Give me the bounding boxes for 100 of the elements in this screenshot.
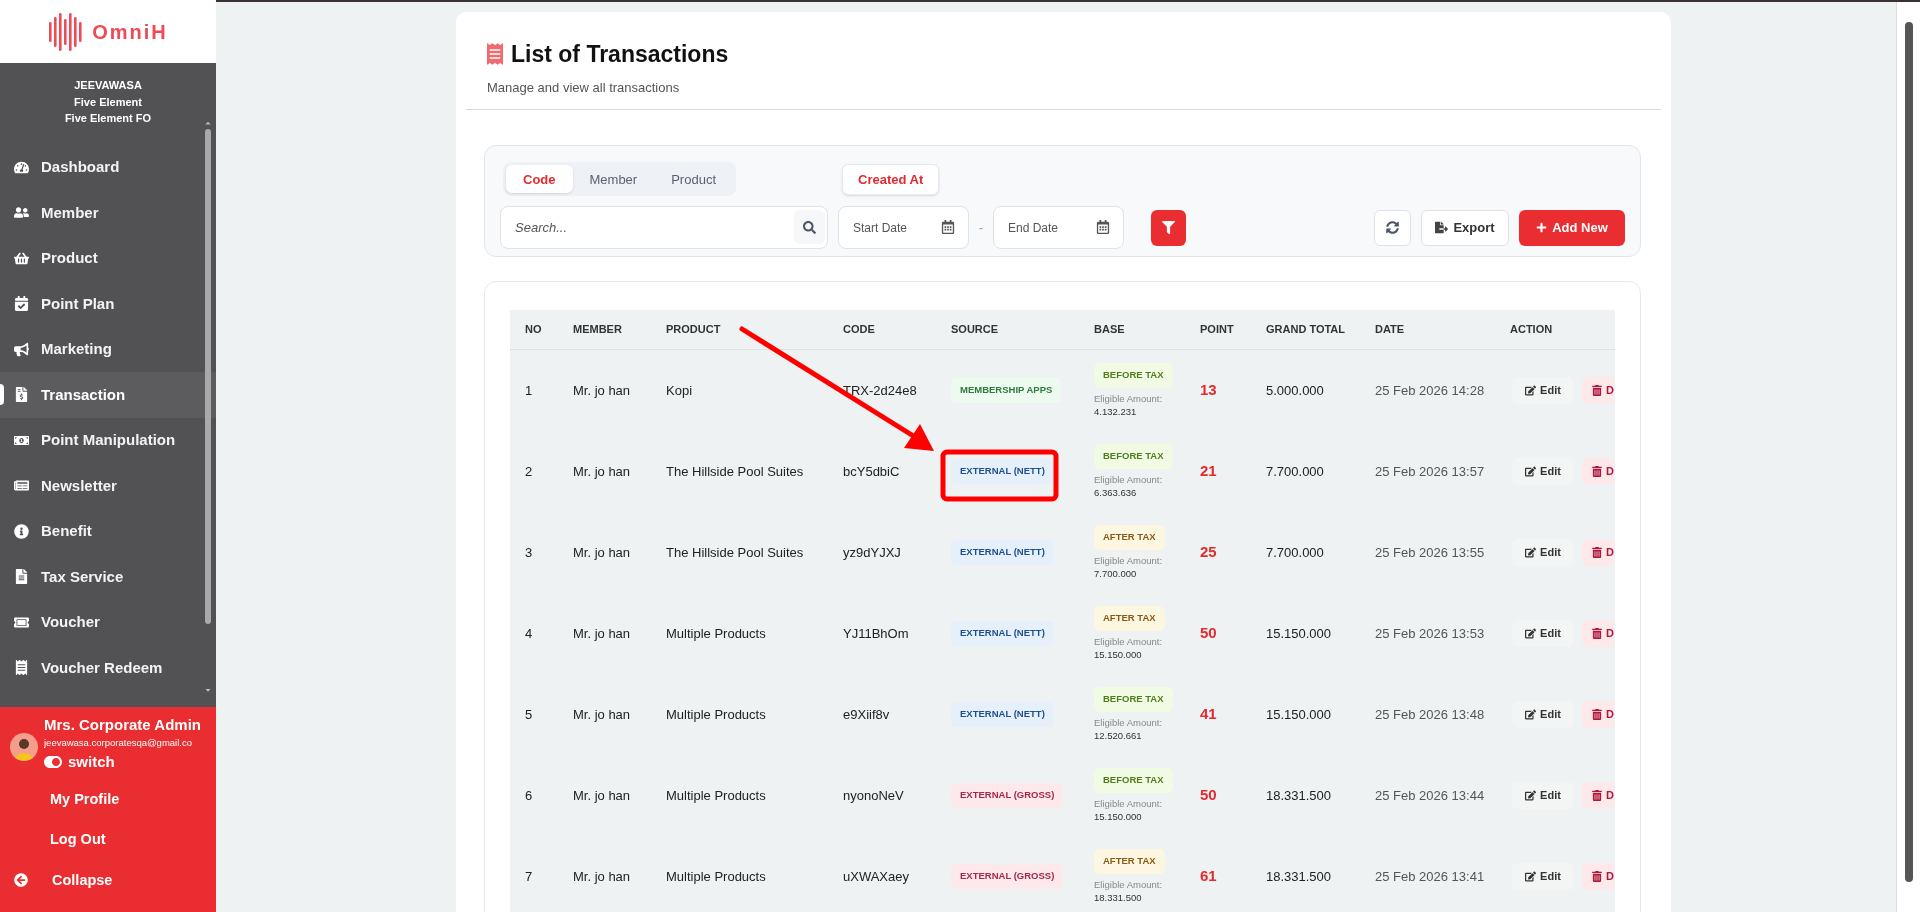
delete-button[interactable]: D	[1582, 377, 1614, 404]
nav-item[interactable]: Point Plan	[0, 281, 216, 327]
nav-item[interactable]: Point Manipulation	[0, 417, 216, 463]
column-header: NO	[524, 322, 542, 338]
edit-button[interactable]: Edit	[1512, 539, 1574, 566]
source-tag: MEMBERSHIP APPS	[951, 378, 1062, 403]
table-cell-text: 25 Feb 2026 13:48	[1375, 705, 1485, 724]
nav-item[interactable]: Voucher	[0, 599, 216, 645]
column-header: PRODUCT	[665, 322, 721, 338]
trash-icon	[1592, 709, 1602, 720]
calendar-check-icon	[14, 296, 29, 312]
collapse-button[interactable]: Collapse	[0, 869, 113, 892]
tax-base-tag: BEFORE TAX	[1094, 444, 1173, 469]
column-header: SOURCE	[950, 322, 999, 338]
refresh-icon	[1386, 221, 1399, 235]
page-title: List of Transactions	[511, 40, 729, 69]
eligible-amount-label: Eligible Amount:	[1094, 391, 1163, 405]
receipt-icon	[487, 43, 503, 66]
points-value: 61	[1200, 866, 1217, 887]
delete-button[interactable]: D	[1582, 539, 1614, 566]
table-cell-text: 25 Feb 2026 13:44	[1375, 786, 1485, 805]
search-tab[interactable]: Code	[506, 165, 573, 194]
edit-icon	[1525, 790, 1537, 801]
newspaper-icon	[14, 478, 29, 494]
column-header: POINT	[1199, 322, 1234, 338]
source-tag: EXTERNAL (NETT)	[951, 540, 1054, 565]
search-tab[interactable]: Member	[572, 165, 655, 194]
search-field[interactable]: Search...	[500, 206, 828, 250]
menu-link[interactable]: My Profile	[50, 787, 120, 810]
eligible-amount: 6.363.636	[1094, 485, 1137, 499]
column-header: ACTION	[1509, 322, 1553, 338]
nav-item[interactable]: Product	[0, 235, 216, 281]
eligible-amount-label: Eligible Amount:	[1094, 553, 1163, 567]
column-header: MEMBER	[572, 322, 622, 338]
delete-button[interactable]: D	[1582, 620, 1614, 647]
nav-item[interactable]: Member	[0, 190, 216, 236]
search-button[interactable]	[794, 210, 825, 245]
end-date-field[interactable]: End Date	[993, 206, 1124, 250]
organization-name: Five Element FO	[64, 111, 152, 126]
date-tab[interactable]: Created At	[842, 163, 940, 195]
points-value: 21	[1200, 461, 1217, 482]
nav-item[interactable]: Transaction	[0, 372, 216, 418]
trash-icon	[1592, 385, 1602, 396]
arrow-left-icon	[14, 873, 28, 888]
filter-button[interactable]	[1151, 209, 1186, 246]
logo-icon	[48, 12, 85, 51]
eligible-amount-label: Eligible Amount:	[1094, 472, 1163, 486]
table-cell-text: 1	[525, 381, 533, 400]
edit-button[interactable]: Edit	[1512, 620, 1574, 647]
organization-name: JEEVAWASA	[74, 78, 142, 93]
users-icon	[14, 205, 29, 221]
delete-button[interactable]: D	[1582, 782, 1614, 809]
eligible-amount: 18.331.500	[1094, 890, 1142, 904]
date-separator: -	[977, 219, 985, 238]
edit-button[interactable]: Edit	[1512, 377, 1574, 404]
table-cell-text: Mr. jo han	[573, 381, 631, 400]
table-cell-text: Mr. jo han	[573, 867, 631, 886]
nav-item[interactable]: Benefit	[0, 508, 216, 554]
table-cell-text: yz9dYJXJ	[843, 543, 901, 562]
edit-button[interactable]: Edit	[1512, 863, 1574, 890]
table-cell-text: 25 Feb 2026 13:53	[1375, 624, 1485, 643]
eligible-amount-label: Eligible Amount:	[1094, 634, 1163, 648]
nav-item[interactable]: Tax Service	[0, 554, 216, 600]
table-cell-text: Multiple Products	[666, 786, 766, 805]
eligible-amount: 15.150.000	[1094, 647, 1142, 661]
column-header: GRAND TOTAL	[1265, 322, 1346, 338]
add-new-button[interactable]: Add New	[1519, 209, 1625, 246]
nav-item[interactable]: Dashboard	[0, 144, 216, 190]
refresh-button[interactable]	[1374, 209, 1411, 246]
points-value: 13	[1200, 380, 1217, 401]
eligible-amount: 4.132.231	[1094, 404, 1137, 418]
nav-item[interactable]: Voucher Redeem	[0, 645, 216, 691]
edit-button[interactable]: Edit	[1512, 701, 1574, 728]
table-cell-text: 25 Feb 2026 14:28	[1375, 381, 1485, 400]
edit-icon	[1525, 385, 1537, 396]
plus-icon	[1536, 222, 1548, 234]
edit-button[interactable]: Edit	[1512, 458, 1574, 485]
tax-base-tag: AFTER TAX	[1094, 606, 1165, 631]
source-tag: EXTERNAL (NETT)	[951, 621, 1054, 646]
search-tab[interactable]: Product	[654, 165, 733, 194]
menu-link[interactable]: Log Out	[50, 827, 106, 850]
gauge-icon	[14, 159, 29, 175]
table-cell-text: uXWAXaey	[843, 867, 909, 886]
table-cell-text: 18.331.500	[1266, 786, 1332, 805]
user-email: jeevawasa.corporatesqa@gmail.co	[44, 736, 193, 750]
table-cell-text: TRX-2d24e8	[843, 381, 917, 400]
scrollbar-thumb[interactable]	[205, 128, 211, 624]
nav-item[interactable]: Newsletter	[0, 463, 216, 509]
delete-button[interactable]: D	[1582, 701, 1614, 728]
edit-button[interactable]: Edit	[1512, 782, 1574, 809]
nav-item[interactable]: Marketing	[0, 326, 216, 372]
column-header: CODE	[842, 322, 875, 338]
export-button[interactable]: Export	[1421, 209, 1509, 246]
delete-button[interactable]: D	[1582, 458, 1614, 485]
info-icon	[14, 523, 29, 539]
start-date-field[interactable]: Start Date	[838, 206, 969, 250]
column-header: BASE	[1093, 322, 1125, 338]
delete-button[interactable]: D	[1582, 863, 1614, 890]
table-cell-text: Multiple Products	[666, 705, 766, 724]
table-cell-text: Mr. jo han	[573, 786, 631, 805]
